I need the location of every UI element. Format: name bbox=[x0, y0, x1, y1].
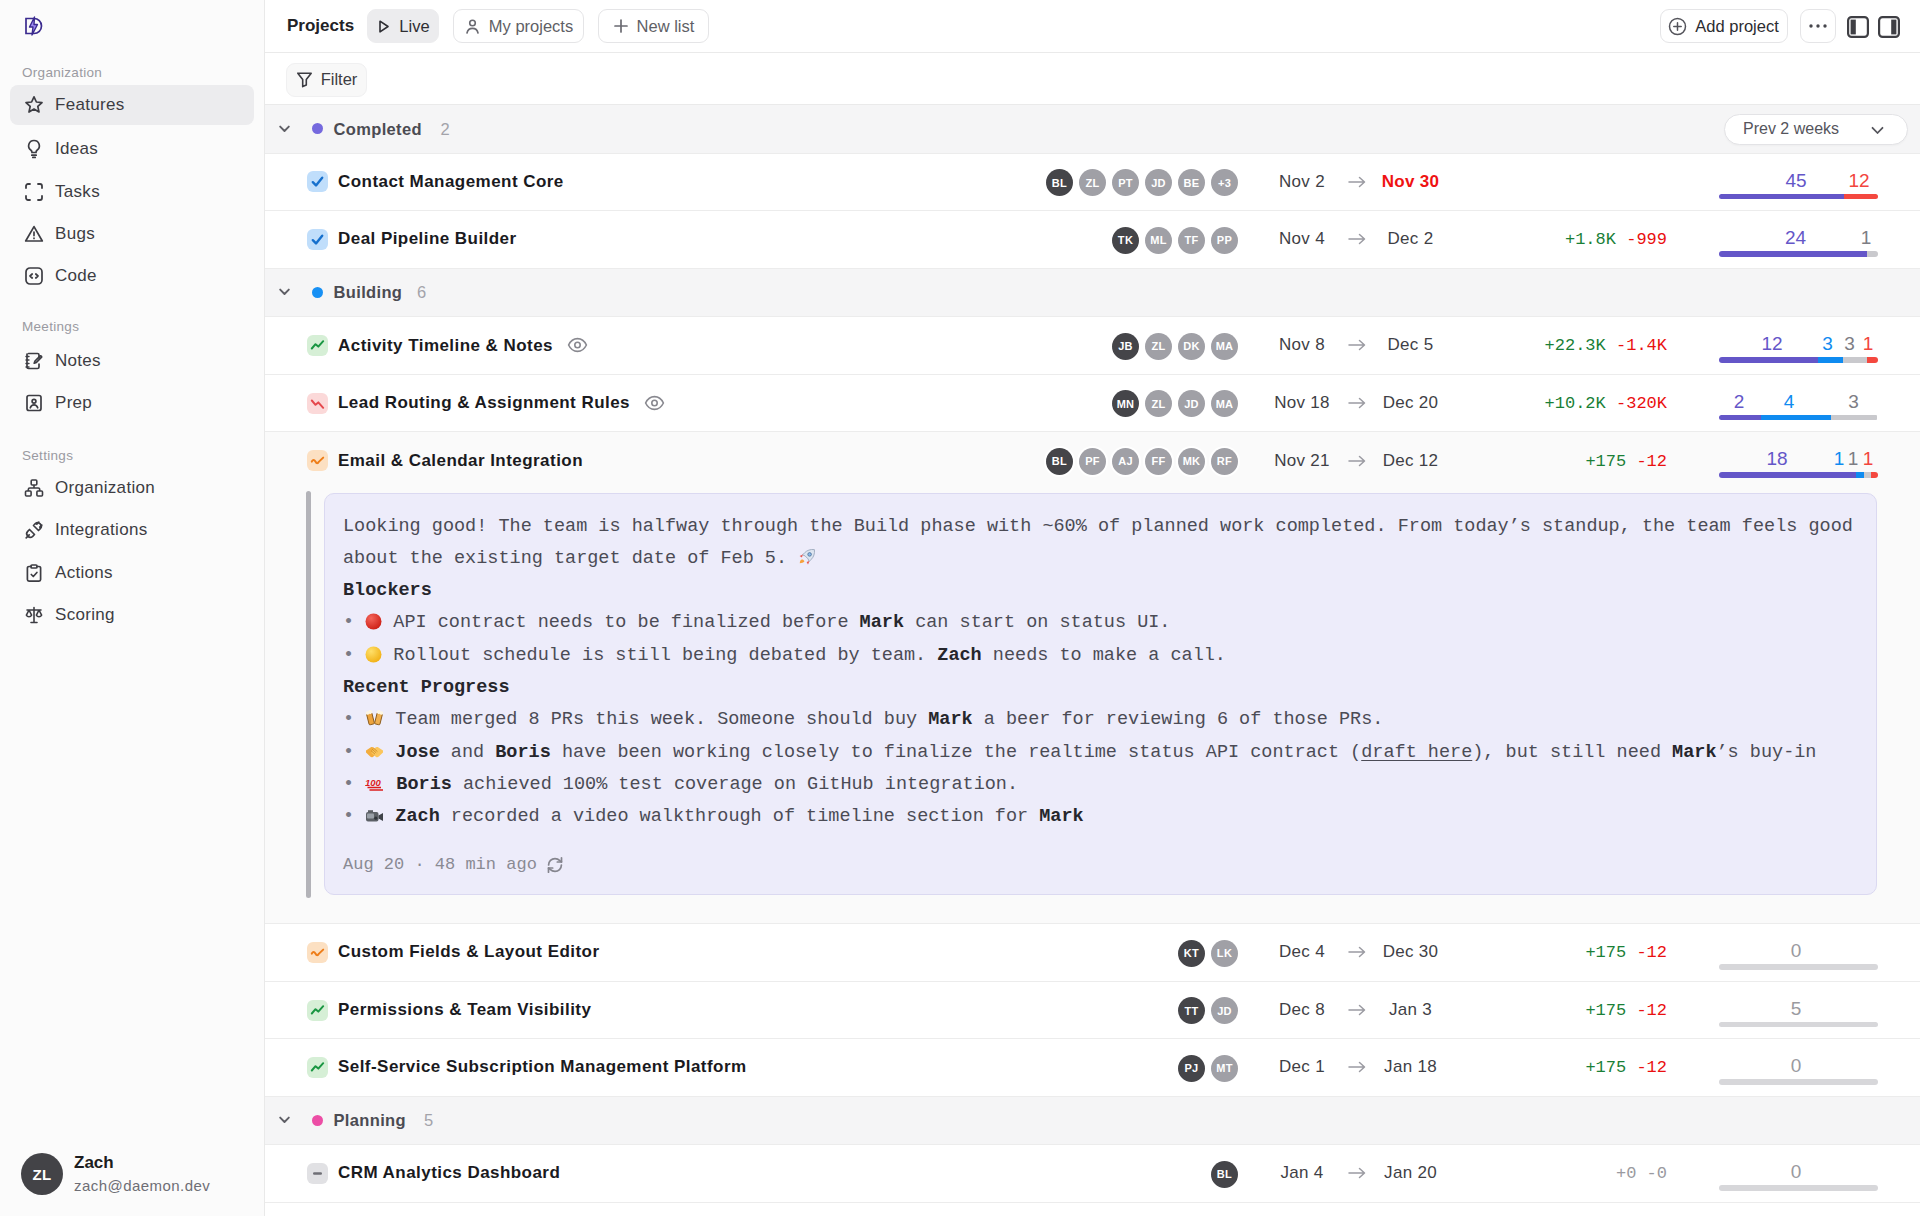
svg-text:100: 100 bbox=[365, 776, 382, 787]
